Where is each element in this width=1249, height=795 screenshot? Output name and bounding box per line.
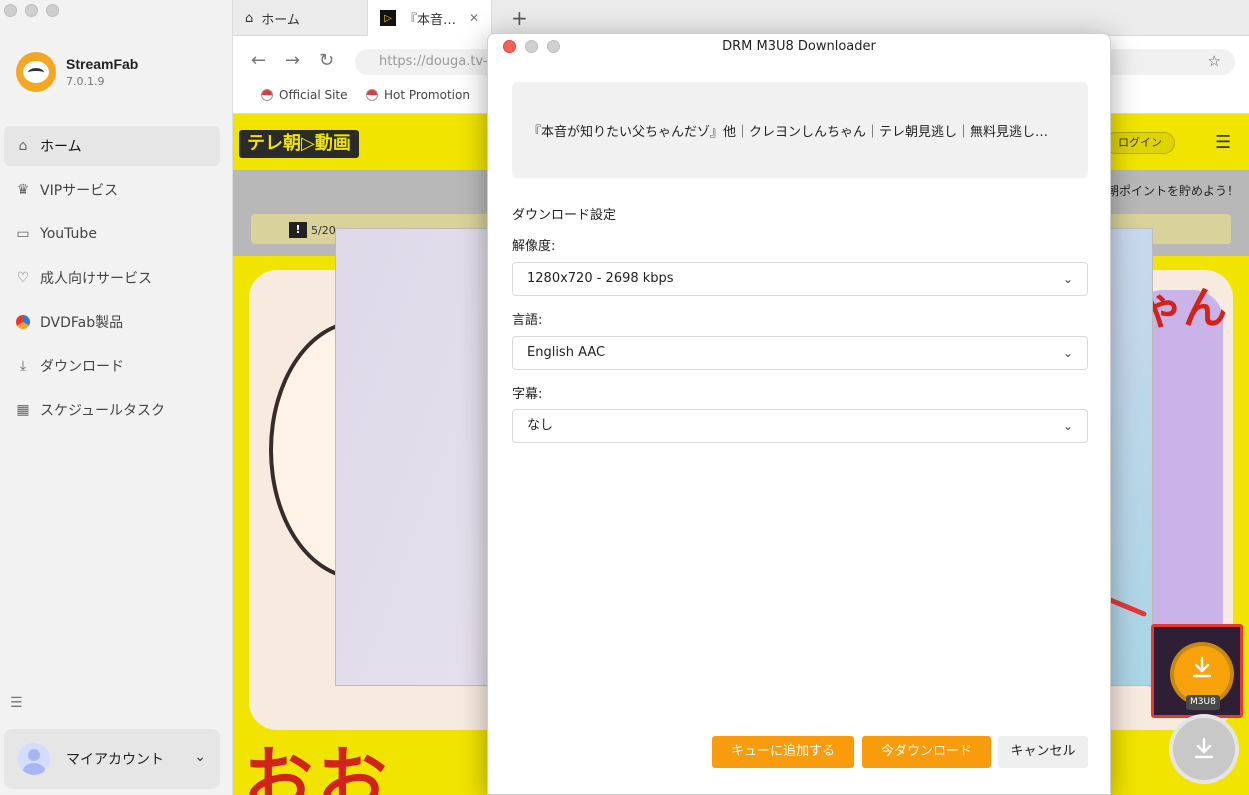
m3u8-download-button[interactable] bbox=[1174, 646, 1230, 702]
calendar-icon: ▦ bbox=[16, 402, 30, 418]
minimize-window-button[interactable] bbox=[25, 4, 38, 17]
resolution-value: 1280x720 - 2698 kbps bbox=[527, 271, 674, 286]
download-button-secondary[interactable] bbox=[1173, 718, 1235, 780]
tab-label: ホーム bbox=[261, 12, 300, 28]
sidebar-item-adult[interactable]: ♡ 成人向けサービス bbox=[4, 258, 220, 298]
language-value: English AAC bbox=[527, 345, 606, 360]
sidebar-item-label: ホーム bbox=[40, 139, 82, 155]
m3u8-badge: M3U8 bbox=[1186, 695, 1220, 710]
heart-icon: ♡ bbox=[16, 270, 30, 286]
hamburger-menu-icon[interactable]: ☰ bbox=[1215, 132, 1231, 153]
home-icon: ⌂ bbox=[18, 138, 28, 154]
brand: StreamFab 7.0.1.9 bbox=[16, 52, 138, 92]
star-bookmark-icon[interactable]: ☆ bbox=[1208, 52, 1221, 70]
sidebar-nav: ⌂ ホーム ♛ VIPサービス ▭ YouTube ♡ 成人向けサービス DVD… bbox=[4, 126, 220, 434]
new-tab-button[interactable]: + bbox=[511, 6, 528, 30]
download-settings-heading: ダウンロード設定 bbox=[512, 208, 617, 223]
home-icon: ⌂ bbox=[245, 10, 254, 26]
sidebar-item-download[interactable]: ⤓ ダウンロード bbox=[4, 346, 220, 386]
site-logo[interactable]: テレ朝▷動画 bbox=[239, 130, 359, 158]
window-controls bbox=[4, 4, 59, 17]
zoom-window-button[interactable] bbox=[46, 4, 59, 17]
close-window-button[interactable] bbox=[4, 4, 17, 17]
chevron-down-icon: ⌄ bbox=[1062, 419, 1073, 433]
dvdfab-icon bbox=[14, 313, 32, 331]
sidebar-item-label: スケジュールタスク bbox=[40, 403, 166, 419]
download-now-button[interactable]: 今ダウンロード bbox=[862, 736, 991, 768]
pokeball-icon bbox=[366, 89, 378, 101]
dialog-title: DRM M3U8 Downloader bbox=[722, 39, 876, 54]
subtitle-select[interactable]: なし ⌄ bbox=[512, 409, 1088, 443]
video-title: 『本音が知りたい父ちゃんだゾ』他｜クレヨンしんちゃん｜テレ朝見逃し｜無料見逃し… bbox=[528, 124, 1049, 140]
sidebar-item-label: 成人向けサービス bbox=[40, 271, 152, 287]
youtube-icon: ▭ bbox=[16, 226, 30, 242]
notice-text: 5/20 bbox=[311, 224, 336, 237]
cancel-button[interactable]: キャンセル bbox=[998, 736, 1088, 768]
tab-bar: ⌂ ホーム ▷ 『本音… ✕ + bbox=[233, 0, 1249, 36]
points-promo-text: 朝ポイントを貯めよう！ bbox=[1107, 184, 1240, 198]
sidebar-item-youtube[interactable]: ▭ YouTube bbox=[4, 214, 220, 254]
login-button[interactable]: ログイン bbox=[1105, 132, 1175, 154]
back-arrow-icon[interactable]: ← bbox=[251, 50, 266, 71]
account-menu[interactable]: マイアカウント ⌄ bbox=[4, 729, 220, 789]
language-select[interactable]: English AAC ⌄ bbox=[512, 336, 1088, 370]
bookmark-label: Official Site bbox=[279, 88, 348, 102]
sidebar-item-vip[interactable]: ♛ VIPサービス bbox=[4, 170, 220, 210]
account-label: マイアカウント bbox=[66, 752, 164, 768]
subtitle-value: なし bbox=[527, 418, 554, 433]
close-tab-icon[interactable]: ✕ bbox=[469, 11, 479, 25]
bookmark-hot-promotion[interactable]: Hot Promotion bbox=[366, 88, 470, 102]
sidebar-item-label: DVDFab製品 bbox=[40, 315, 124, 331]
download-icon bbox=[1192, 656, 1212, 678]
forward-arrow-icon[interactable]: → bbox=[285, 50, 300, 71]
drm-m3u8-downloader-dialog: DRM M3U8 Downloader 『本音が知りたい父ちゃんだゾ』他｜クレヨ… bbox=[487, 33, 1111, 795]
dialog-titlebar: DRM M3U8 Downloader bbox=[488, 34, 1110, 60]
reload-icon[interactable]: ↻ bbox=[319, 50, 334, 71]
resolution-label: 解像度: bbox=[512, 239, 556, 254]
bookmark-official-site[interactable]: Official Site bbox=[261, 88, 348, 102]
bookmark-label: Hot Promotion bbox=[384, 88, 470, 102]
app-version: 7.0.1.9 bbox=[66, 75, 105, 88]
collapse-sidebar-icon[interactable]: ☰ bbox=[10, 695, 23, 711]
download-icon bbox=[1194, 737, 1214, 759]
sidebar-item-label: ダウンロード bbox=[40, 359, 124, 375]
resolution-select[interactable]: 1280x720 - 2698 kbps ⌄ bbox=[512, 262, 1088, 296]
sidebar-item-label: VIPサービス bbox=[40, 183, 119, 199]
tv-asahi-favicon-icon: ▷ bbox=[380, 10, 396, 26]
chevron-down-icon: ⌄ bbox=[1062, 346, 1073, 360]
tab-home[interactable]: ⌂ ホーム bbox=[233, 0, 363, 36]
alert-icon: ! bbox=[289, 222, 307, 238]
crown-icon: ♛ bbox=[16, 182, 30, 198]
chevron-down-icon: ⌄ bbox=[194, 749, 206, 765]
pokeball-icon bbox=[261, 89, 273, 101]
m3u8-download-highlight: M3U8 bbox=[1151, 624, 1243, 718]
add-to-queue-button[interactable]: キューに追加する bbox=[712, 736, 854, 768]
chevron-down-icon: ⌄ bbox=[1062, 272, 1073, 286]
sidebar-item-label: YouTube bbox=[40, 226, 97, 242]
video-title-box: 『本音が知りたい父ちゃんだゾ』他｜クレヨンしんちゃん｜テレ朝見逃し｜無料見逃し… bbox=[512, 82, 1088, 178]
avatar bbox=[18, 743, 50, 775]
streamfab-logo-icon bbox=[16, 52, 56, 92]
language-label: 言語: bbox=[512, 313, 543, 328]
app-name: StreamFab bbox=[66, 56, 139, 72]
sidebar: StreamFab 7.0.1.9 ⌂ ホーム ♛ VIPサービス ▭ YouT… bbox=[0, 0, 233, 795]
subtitle-label: 字幕: bbox=[512, 387, 543, 402]
download-icon: ⤓ bbox=[19, 358, 27, 374]
program-title-text: おお bbox=[243, 739, 391, 795]
sidebar-item-schedule[interactable]: ▦ スケジュールタスク bbox=[4, 390, 220, 430]
tab-video-page[interactable]: ▷ 『本音… ✕ bbox=[367, 0, 492, 36]
sidebar-item-dvdfab[interactable]: DVDFab製品 bbox=[4, 302, 220, 342]
sidebar-item-home[interactable]: ⌂ ホーム bbox=[4, 126, 220, 166]
tab-label: 『本音… bbox=[404, 12, 457, 28]
